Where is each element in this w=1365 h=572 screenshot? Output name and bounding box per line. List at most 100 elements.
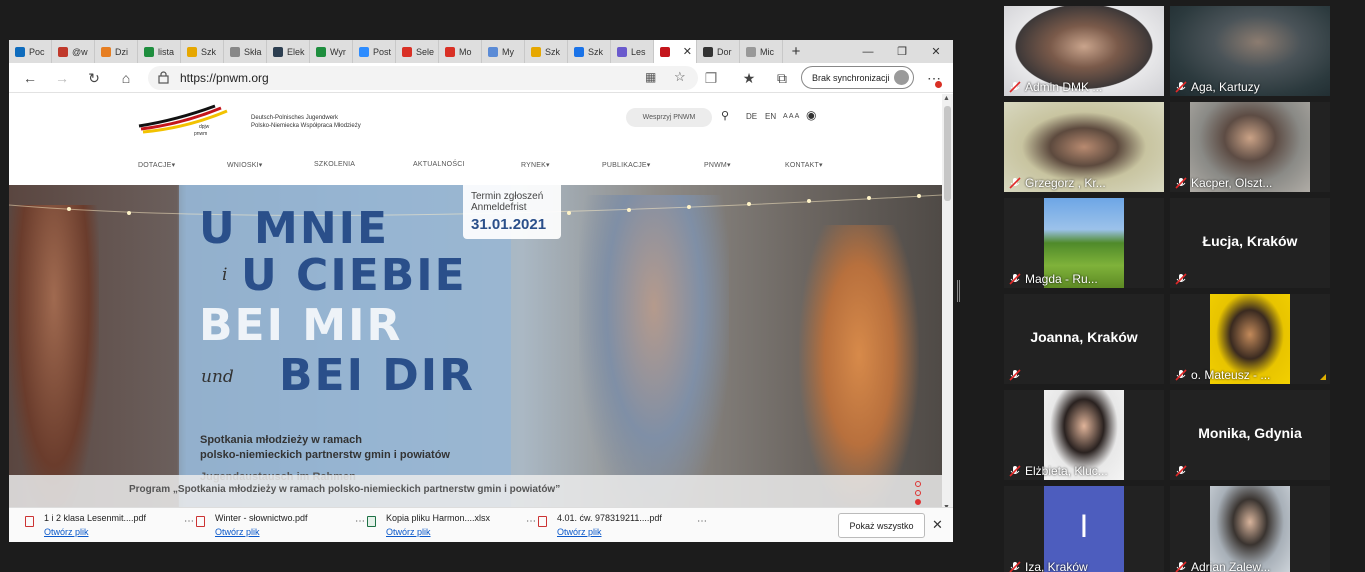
open-file-link[interactable]: Otwórz plik [557, 527, 602, 537]
browser-toolbar: ← → ↻ ⌂ https://pnwm.org ▦ ☆ ❐ ★ ⧉ Brak … [9, 63, 953, 93]
restore-icon[interactable]: ❐ [885, 40, 919, 63]
download-item[interactable]: Kopia pliku Harmon....xlsx Otwórz plik ⋯ [367, 512, 537, 540]
nav-dotacje[interactable]: DOTACJE▾ [138, 161, 175, 169]
participant-tile[interactable]: Monika, Gdynia [1170, 390, 1330, 480]
nav-publikacje[interactable]: PUBLIKACJE▾ [602, 161, 651, 169]
nav-aktualnosci[interactable]: AKTUALNOŚCI [413, 161, 465, 168]
minimize-icon[interactable]: — [851, 40, 885, 63]
tab-favicon-icon [15, 46, 25, 57]
home-icon[interactable]: ⌂ [116, 69, 136, 87]
open-file-link[interactable]: Otwórz plik [44, 527, 89, 537]
browser-tab[interactable]: Dor [697, 40, 740, 63]
download-item[interactable]: 4.01. ćw. 978319211....pdf Otwórz plik ⋯ [538, 512, 708, 540]
browser-tab[interactable]: Szk [525, 40, 568, 63]
favorites-icon[interactable]: ★ [739, 69, 759, 87]
sync-label: Brak synchronizacji [812, 72, 890, 83]
more-options-icon[interactable]: ⋯ [697, 516, 708, 527]
more-options-icon[interactable]: ⋯ [184, 516, 195, 527]
back-arrow-icon[interactable]: ← [20, 69, 40, 87]
close-tab-icon[interactable]: ✕ [683, 45, 692, 58]
lang-de-link[interactable]: DE [746, 112, 757, 121]
refresh-icon[interactable]: ↻ [84, 69, 104, 87]
participant-tile[interactable]: Kacper, Olszt... [1170, 102, 1330, 192]
browser-tab[interactable]: Dzi [95, 40, 138, 63]
participant-tile[interactable]: o. Mateusz - ... [1170, 294, 1330, 384]
participant-tile[interactable]: Joanna, Kraków [1004, 294, 1164, 384]
more-options-icon[interactable]: ⋯ [526, 516, 537, 527]
reader-mode-icon[interactable]: ▦ [645, 70, 656, 84]
sync-button[interactable]: Brak synchronizacji [801, 66, 914, 89]
panel-resize-handle[interactable] [957, 280, 960, 302]
tab-label: Les [631, 46, 646, 57]
browser-tab[interactable]: lista [138, 40, 181, 63]
tab-label: Dor [717, 46, 732, 57]
new-tab-button[interactable]: + [783, 40, 809, 63]
browser-tab[interactable]: Mo [439, 40, 482, 63]
headline-und: und [201, 367, 234, 387]
search-icon[interactable]: ⚲ [721, 109, 729, 122]
favorite-star-icon[interactable]: ☆ [674, 69, 686, 85]
browser-tab[interactable]: Sele [396, 40, 439, 63]
scroll-up-icon[interactable]: ▲ [943, 95, 950, 102]
slider-dot[interactable] [915, 481, 921, 487]
browser-tab[interactable]: Skła [224, 40, 267, 63]
browser-tab-active[interactable]: ✕ [654, 40, 697, 63]
extensions-icon[interactable]: ❐ [701, 69, 721, 87]
download-filename: Winter - słownictwo.pdf [215, 513, 308, 523]
hero-slider[interactable]: Termin zgłoszeń Anmeldefrist 31.01.2021 … [9, 185, 942, 514]
browser-tab[interactable]: @w [52, 40, 95, 63]
browser-tab[interactable]: Szk [181, 40, 224, 63]
nav-kontakt[interactable]: KONTAKT▾ [785, 161, 823, 169]
browser-tab[interactable]: Poc [9, 40, 52, 63]
close-downloads-icon[interactable]: ✕ [932, 517, 943, 533]
muted-mic-icon [1009, 369, 1021, 381]
browser-tab[interactable]: Post [353, 40, 396, 63]
tab-label: My [502, 46, 514, 57]
collections-icon[interactable]: ⧉ [772, 69, 792, 87]
slider-dot-active[interactable] [915, 499, 921, 505]
browser-tab[interactable]: My [482, 40, 525, 63]
forward-arrow-icon[interactable]: → [52, 69, 72, 87]
open-file-link[interactable]: Otwórz plik [386, 527, 431, 537]
muted-mic-icon [1175, 465, 1187, 477]
hero-subtitle-line1: Spotkania młodzieży w ramach [200, 434, 362, 446]
tab-bar: Poc @w Dzi lista Szk Skła Elek Wyr Post Sele Mo My S… [9, 40, 953, 63]
browser-tab[interactable]: Elek [267, 40, 310, 63]
more-options-icon[interactable]: ⋯ [355, 516, 366, 527]
browser-tab[interactable]: Les [611, 40, 654, 63]
participant-tile[interactable]: Elżbieta, Kluc... [1004, 390, 1164, 480]
headline-bei-mir: BEI MIR [199, 300, 403, 351]
address-bar[interactable]: https://pnwm.org ▦ ☆ [148, 66, 698, 90]
participant-tile[interactable]: Aga, Kartuzy [1170, 6, 1330, 96]
svg-text:pnwm: pnwm [194, 131, 207, 137]
download-item[interactable]: Winter - słownictwo.pdf Otwórz plik ⋯ [196, 512, 366, 540]
participant-tile[interactable]: I Iza, Kraków [1004, 486, 1164, 572]
participant-tile[interactable]: Magda - Ru... [1004, 198, 1164, 288]
pnwm-logo[interactable]: dpjw pnwm [137, 102, 237, 138]
nav-rynek[interactable]: RYNEK▾ [521, 161, 550, 169]
show-all-downloads-button[interactable]: Pokaż wszystko [838, 513, 925, 538]
close-window-icon[interactable]: ✕ [919, 40, 953, 63]
slider-dot[interactable] [915, 490, 921, 496]
lang-en-link[interactable]: EN [765, 112, 776, 121]
scrollbar-thumb[interactable] [944, 106, 951, 201]
participant-tile[interactable]: Admin DMK ... [1004, 6, 1164, 96]
hero-photo-listener [799, 225, 919, 514]
font-size-toggle[interactable]: A A A [783, 113, 799, 120]
nav-wnioski[interactable]: WNIOSKI▾ [227, 161, 262, 169]
participant-tile[interactable]: Łucja, Kraków [1170, 198, 1330, 288]
participant-tile[interactable]: Grzegorz , Kr... [1004, 102, 1164, 192]
browser-tab[interactable]: Wyr [310, 40, 353, 63]
download-item[interactable]: 1 i 2 klasa Lesenmit....pdf Otwórz plik … [25, 512, 195, 540]
open-file-link[interactable]: Otwórz plik [215, 527, 260, 537]
browser-tab[interactable]: Szk [568, 40, 611, 63]
browser-tab[interactable]: Mic [740, 40, 783, 63]
donate-button[interactable]: Wesprzyj PNWM [626, 108, 712, 127]
page-scrollbar[interactable]: ▲ ▼ [942, 94, 953, 514]
participant-tile[interactable]: Adrian Zalew... [1170, 486, 1330, 572]
participant-name: Admin DMK ... [1025, 80, 1103, 94]
nav-szkolenia[interactable]: SZKOLENIA [314, 161, 355, 168]
profile-avatar [894, 70, 909, 85]
nav-pnwm[interactable]: PNWM▾ [704, 161, 731, 169]
contrast-eye-icon[interactable]: ◉ [806, 108, 816, 122]
